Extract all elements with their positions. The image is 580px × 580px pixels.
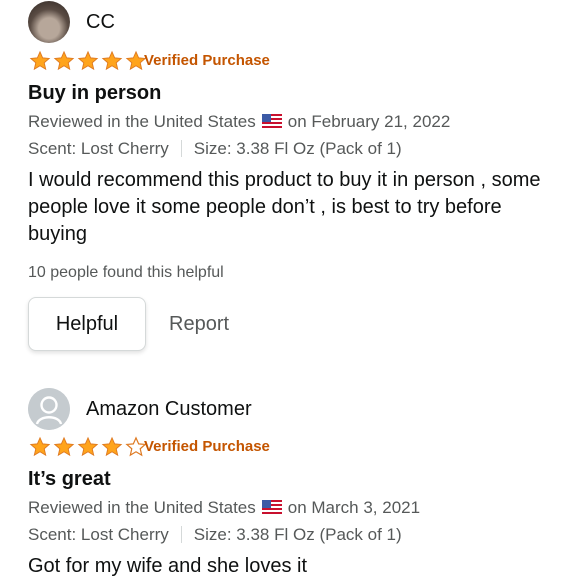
size-label: Size: 3.38 Fl Oz (Pack of 1) <box>193 139 402 158</box>
review-title[interactable]: Buy in person <box>28 82 161 105</box>
verified-purchase-badge[interactable]: Verified Purchase <box>144 438 270 455</box>
star-filled-icon <box>101 436 123 457</box>
star-filled-icon <box>53 50 75 71</box>
reviewer-name[interactable]: CC <box>86 11 115 34</box>
person-avatar-icon[interactable] <box>28 388 70 430</box>
divider <box>180 526 182 543</box>
verified-purchase-badge[interactable]: Verified Purchase <box>144 52 270 69</box>
star-filled-icon <box>29 50 51 71</box>
review-title[interactable]: It’s great <box>28 468 111 491</box>
review-date: on February 21, 2022 <box>287 112 451 131</box>
star-filled-icon <box>101 50 123 71</box>
star-rating[interactable] <box>28 50 148 72</box>
star-filled-icon <box>53 436 75 457</box>
us-flag-icon <box>261 114 282 128</box>
star-rating[interactable] <box>28 436 148 458</box>
divider <box>180 140 182 157</box>
review-variant: Scent: Lost Cherry Size: 3.38 Fl Oz (Pack… <box>28 139 402 159</box>
size-label: Size: 3.38 Fl Oz (Pack of 1) <box>193 525 402 544</box>
star-filled-icon <box>77 436 99 457</box>
review-date: on March 3, 2021 <box>287 498 421 517</box>
review-body: Got for my wife and she loves it <box>28 555 308 577</box>
review-location-date: Reviewed in the United States on February… <box>28 112 450 132</box>
reviewer-name[interactable]: Amazon Customer <box>86 398 252 421</box>
us-flag-icon <box>261 500 282 514</box>
helpful-count: 10 people found this helpful <box>28 264 224 281</box>
review-variant: Scent: Lost Cherry Size: 3.38 Fl Oz (Pack… <box>28 525 402 545</box>
star-filled-icon <box>77 50 99 71</box>
review-body: I would recommend this product to buy it… <box>28 169 541 245</box>
star-filled-icon <box>29 436 51 457</box>
report-button[interactable]: Report <box>169 313 229 336</box>
avatar[interactable] <box>28 1 70 43</box>
reviewed-in-label: Reviewed in the United States <box>28 112 256 131</box>
reviewed-in-label: Reviewed in the United States <box>28 498 256 517</box>
scent-label: Scent: Lost Cherry <box>28 525 169 544</box>
review-location-date: Reviewed in the United States on March 3,… <box>28 498 420 518</box>
person-silhouette-icon <box>28 388 70 430</box>
helpful-button[interactable]: Helpful <box>28 297 146 351</box>
scent-label: Scent: Lost Cherry <box>28 139 169 158</box>
